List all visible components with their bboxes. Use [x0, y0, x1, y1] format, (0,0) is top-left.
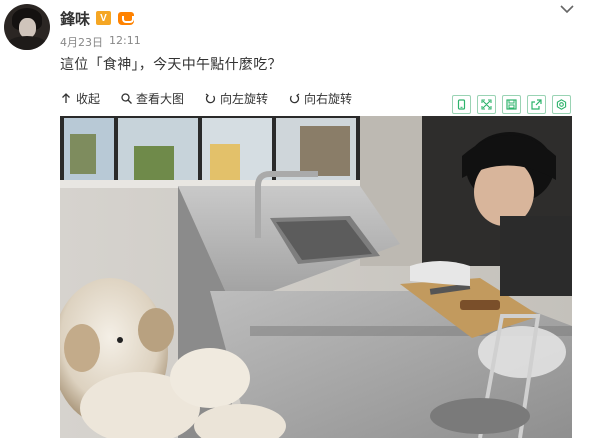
collapse-label: 收起 — [76, 91, 101, 106]
username[interactable]: 鋒味 — [60, 8, 90, 29]
post-text: 這位「食神」，今天中午點什麼吃？ — [60, 57, 282, 73]
avatar-face — [19, 18, 36, 38]
rotate-right-button[interactable]: 向右旋转 — [288, 90, 352, 107]
post-image[interactable] — [60, 116, 572, 438]
name-row: 鋒味 V — [60, 8, 135, 28]
rotate-right-label: 向右旋转 — [304, 91, 353, 106]
post-date[interactable]: 4月23日 — [60, 34, 103, 50]
post-image-illustration — [60, 116, 572, 438]
rotate-left-label: 向左旋转 — [220, 91, 269, 106]
verified-badge-icon[interactable]: V — [96, 11, 112, 25]
settings-icon[interactable] — [552, 95, 571, 114]
media-toolbar: 收起 查看大图 向左旋转 向右旋转 — [60, 88, 352, 108]
image-action-tools — [452, 95, 571, 114]
member-badge-icon[interactable] — [117, 10, 135, 26]
phone-icon[interactable] — [452, 95, 471, 114]
share-icon[interactable] — [527, 95, 546, 114]
arrow-up-icon — [60, 92, 72, 104]
view-large-button[interactable]: 查看大图 — [120, 90, 184, 107]
fullscreen-icon[interactable] — [477, 95, 496, 114]
collapse-button[interactable]: 收起 — [60, 90, 100, 107]
save-icon[interactable] — [502, 95, 521, 114]
post-time: 12:11 — [109, 34, 141, 47]
weibo-post: 鋒味 V 4月23日 12:11 這位「食神」，今天中午點什麼吃？ 收起 查看大… — [0, 0, 598, 438]
rotate-left-button[interactable]: 向左旋转 — [204, 90, 268, 107]
view-large-label: 查看大图 — [136, 91, 185, 106]
rotate-left-icon — [204, 92, 216, 104]
rotate-right-icon — [288, 92, 300, 104]
avatar[interactable] — [4, 4, 50, 50]
avatar-shoulder — [6, 36, 48, 50]
post-meta: 4月23日 12:11 — [60, 34, 141, 50]
magnifier-icon — [120, 92, 132, 104]
chevron-down-icon[interactable] — [560, 4, 574, 14]
